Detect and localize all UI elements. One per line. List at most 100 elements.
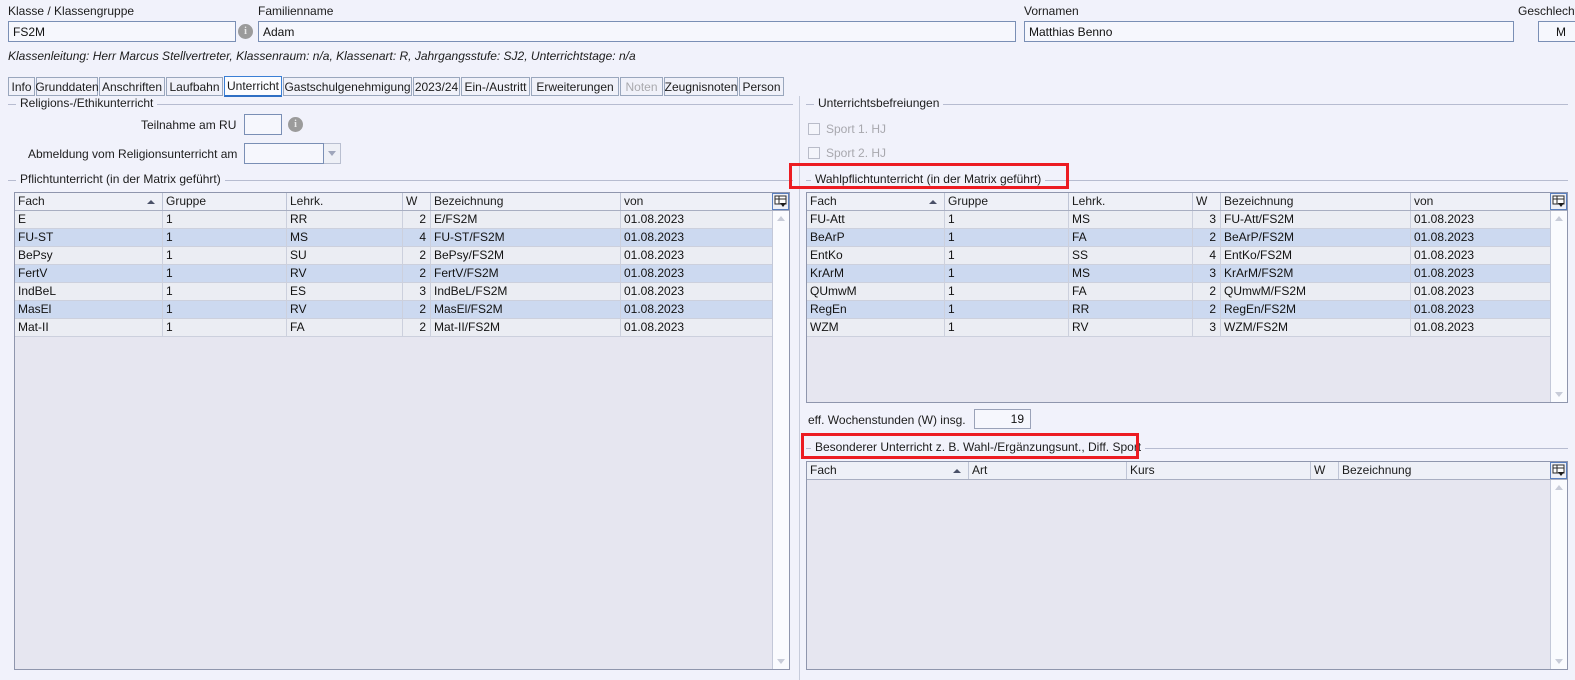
scroll-up-icon[interactable] xyxy=(1551,480,1566,495)
column-header-kurs[interactable]: Kurs xyxy=(1127,462,1311,479)
column-header-gruppe[interactable]: Gruppe xyxy=(945,193,1069,210)
input-vornamen[interactable]: Matthias Benno xyxy=(1024,21,1514,42)
table-row[interactable]: WZM 1 RV 3 WZM/FS2M 01.08.2023 xyxy=(807,319,1567,337)
column-chooser-icon[interactable] xyxy=(772,193,789,210)
tab-person[interactable]: Person xyxy=(739,77,784,96)
table-row[interactable]: FU-Att 1 MS 3 FU-Att/FS2M 01.08.2023 xyxy=(807,211,1567,229)
besonderer-unterricht-table[interactable]: Fach Art Kurs W Bezeichnung xyxy=(806,461,1568,670)
sort-ascending-icon xyxy=(929,200,937,204)
column-header-art[interactable]: Art xyxy=(969,462,1127,479)
table-cell: BeArP xyxy=(807,229,945,246)
tab-label: Info xyxy=(11,79,32,94)
table-row[interactable]: QUmwM 1 FA 2 QUmwM/FS2M 01.08.2023 xyxy=(807,283,1567,301)
table-cell: WZM/FS2M xyxy=(1221,319,1411,336)
column-chooser-icon[interactable] xyxy=(1550,462,1567,479)
label-familienname: Familienname xyxy=(258,4,334,18)
column-header-w[interactable]: W xyxy=(1311,462,1339,479)
column-header-bezeichnung[interactable]: Bezeichnung xyxy=(1339,462,1551,479)
table-cell: 01.08.2023 xyxy=(1411,229,1551,246)
table-cell: WZM xyxy=(807,319,945,336)
wahlpflichtunterricht-table[interactable]: Fach Gruppe Lehrk. W Bezeichnung von FU-Att 1 MS… xyxy=(806,192,1568,403)
table-cell: E/FS2M xyxy=(431,211,621,228)
abmeldung-dropdown-button[interactable] xyxy=(324,143,341,164)
checkbox-sport-2hj-label: Sport 2. HJ xyxy=(826,146,887,160)
scroll-down-icon[interactable] xyxy=(1551,654,1566,669)
table-cell: MS xyxy=(1069,211,1193,228)
table-row[interactable]: KrArM 1 MS 3 KrArM/FS2M 01.08.2023 xyxy=(807,265,1567,283)
vertical-scrollbar[interactable] xyxy=(1550,480,1567,669)
table-cell: EntKo/FS2M xyxy=(1221,247,1411,264)
sort-ascending-icon xyxy=(953,469,961,473)
scroll-down-icon[interactable] xyxy=(773,654,788,669)
scroll-up-icon[interactable] xyxy=(1551,211,1566,226)
column-header-w[interactable]: W xyxy=(1193,193,1221,210)
column-header-bezeichnung[interactable]: Bezeichnung xyxy=(431,193,621,210)
table-row[interactable]: FU-ST 1 MS 4 FU-ST/FS2M 01.08.2023 xyxy=(15,229,789,247)
table-row[interactable]: EntKo 1 SS 4 EntKo/FS2M 01.08.2023 xyxy=(807,247,1567,265)
tab-erweiterungen[interactable]: Erweiterungen xyxy=(531,77,619,96)
tab-ein-austritt[interactable]: Ein-/Austritt xyxy=(461,77,530,96)
column-header-gruppe[interactable]: Gruppe xyxy=(163,193,287,210)
table-cell: RegEn/FS2M xyxy=(1221,301,1411,318)
tab-info[interactable]: Info xyxy=(8,77,35,96)
table-cell: FertV/FS2M xyxy=(431,265,621,282)
column-chooser-icon[interactable] xyxy=(1550,193,1567,210)
tab-2023-24[interactable]: 2023/24 xyxy=(413,77,460,96)
checkbox-sport-1hj-label: Sport 1. HJ xyxy=(826,122,887,136)
table-row[interactable]: BePsy 1 SU 2 BePsy/FS2M 01.08.2023 xyxy=(15,247,789,265)
scroll-down-icon[interactable] xyxy=(1551,387,1566,402)
table-cell: 1 xyxy=(945,283,1069,300)
column-header-w[interactable]: W xyxy=(403,193,431,210)
tab-zeugnisnoten[interactable]: Zeugnisnoten xyxy=(664,77,738,96)
table-cell: QUmwM/FS2M xyxy=(1221,283,1411,300)
tab-grunddaten[interactable]: Grunddaten xyxy=(35,77,99,96)
table-row[interactable]: BeArP 1 FA 2 BeArP/FS2M 01.08.2023 xyxy=(807,229,1567,247)
column-header-lehrk[interactable]: Lehrk. xyxy=(287,193,403,210)
table-cell: FU-Att xyxy=(807,211,945,228)
vertical-scrollbar[interactable] xyxy=(1550,211,1567,402)
info-icon-teilnahme[interactable]: i xyxy=(288,117,303,132)
tab-laufbahn[interactable]: Laufbahn xyxy=(166,77,223,96)
vertical-scrollbar[interactable] xyxy=(772,211,789,669)
table-row[interactable]: FertV 1 RV 2 FertV/FS2M 01.08.2023 xyxy=(15,265,789,283)
input-klasse[interactable]: FS2M xyxy=(8,21,236,42)
panel-divider xyxy=(799,96,800,680)
column-header-fach[interactable]: Fach xyxy=(807,193,945,210)
column-header-label: Gruppe xyxy=(166,194,207,208)
table-header-row: Fach Gruppe Lehrk. W Bezeichnung von xyxy=(15,193,789,211)
table-cell: 01.08.2023 xyxy=(621,319,773,336)
input-teilnahme-ru[interactable] xyxy=(244,114,282,135)
checkbox-sport-1hj[interactable]: Sport 1. HJ xyxy=(808,122,886,136)
column-header-bezeichnung[interactable]: Bezeichnung xyxy=(1221,193,1411,210)
tab-anschriften[interactable]: Anschriften xyxy=(99,77,165,96)
table-row[interactable]: E 1 RR 2 E/FS2M 01.08.2023 xyxy=(15,211,789,229)
table-cell: MasEl xyxy=(15,301,163,318)
group-wahlpflicht-title: Wahlpflichtunterricht (in der Matrix gef… xyxy=(811,172,1046,186)
input-familienname[interactable]: Adam xyxy=(258,21,1016,42)
column-header-label: Fach xyxy=(810,463,837,477)
table-row[interactable]: MasEl 1 RV 2 MasEl/FS2M 01.08.2023 xyxy=(15,301,789,319)
input-wochenstunden[interactable]: 19 xyxy=(974,409,1031,429)
table-cell: FA xyxy=(1069,283,1193,300)
column-header-lehrk[interactable]: Lehrk. xyxy=(1069,193,1193,210)
tab-label: Person xyxy=(742,79,781,94)
column-header-fach[interactable]: Fach xyxy=(15,193,163,210)
input-abmeldung-datum[interactable] xyxy=(244,143,324,164)
scroll-up-icon[interactable] xyxy=(773,211,788,226)
input-geschlecht[interactable]: M xyxy=(1538,21,1575,42)
table-row[interactable]: IndBeL 1 ES 3 IndBeL/FS2M 01.08.2023 xyxy=(15,283,789,301)
pflichtunterricht-table[interactable]: Fach Gruppe Lehrk. W Bezeichnung von E 1 RR 2 E/FS… xyxy=(14,192,790,670)
group-pflicht-title: Pflichtunterricht (in der Matrix geführt… xyxy=(16,172,225,186)
table-cell: 2 xyxy=(403,247,431,264)
column-header-fach[interactable]: Fach xyxy=(807,462,969,479)
table-row[interactable]: Mat-II 1 FA 2 Mat-II/FS2M 01.08.2023 xyxy=(15,319,789,337)
column-header-von[interactable]: von xyxy=(1411,193,1551,210)
table-cell: FU-Att/FS2M xyxy=(1221,211,1411,228)
tab-gastschulgenehmigung[interactable]: Gastschulgenehmigung xyxy=(283,77,412,96)
table-row[interactable]: RegEn 1 RR 2 RegEn/FS2M 01.08.2023 xyxy=(807,301,1567,319)
info-icon[interactable]: i xyxy=(238,24,253,39)
checkbox-sport-2hj[interactable]: Sport 2. HJ xyxy=(808,146,886,160)
column-header-von[interactable]: von xyxy=(621,193,773,210)
table-empty-area xyxy=(807,337,1551,402)
tab-unterricht[interactable]: Unterricht xyxy=(224,76,282,97)
